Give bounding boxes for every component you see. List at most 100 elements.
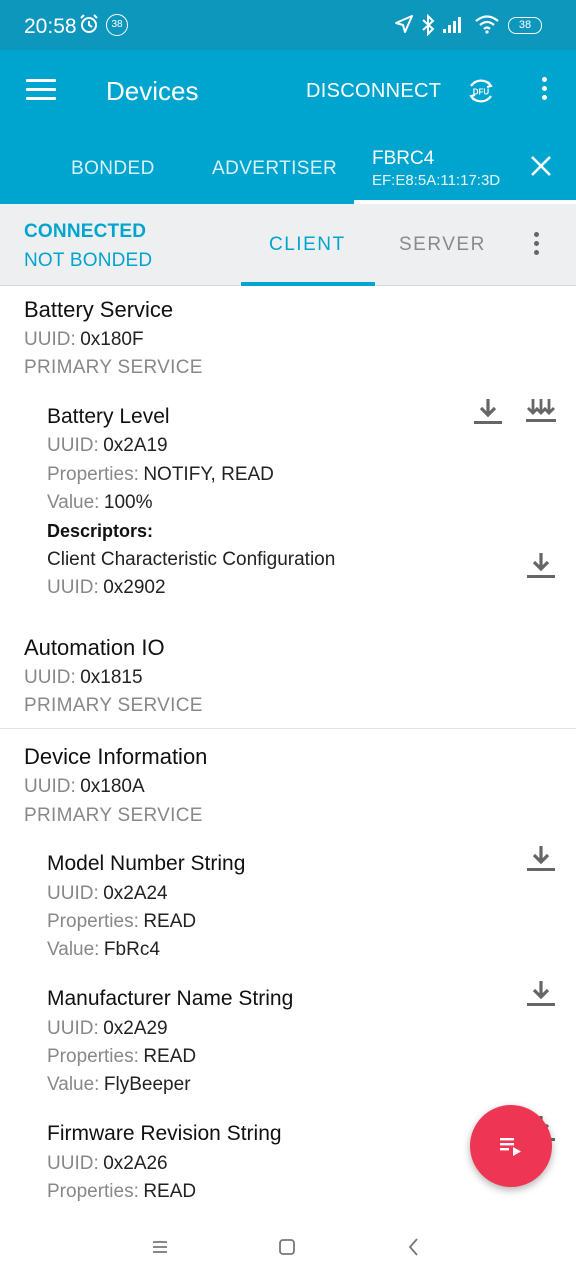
characteristic-name: Model Number String xyxy=(47,852,246,875)
read-descriptor-icon[interactable] xyxy=(525,551,557,581)
connection-status: CONNECTED xyxy=(24,221,147,242)
value-label: Value: xyxy=(47,1074,100,1095)
close-icon[interactable] xyxy=(529,154,553,178)
client-tab-indicator xyxy=(241,282,375,286)
service-type: PRIMARY SERVICE xyxy=(24,357,203,378)
status-time: 20:58 xyxy=(24,15,77,38)
signal-icon xyxy=(443,17,461,33)
log-fab-button[interactable] xyxy=(470,1105,552,1187)
characteristic-properties: READ xyxy=(143,911,197,932)
service-name: Battery Service xyxy=(24,297,174,322)
disconnect-button[interactable]: DISCONNECT xyxy=(306,80,441,103)
characteristic-properties: READ xyxy=(143,1046,197,1067)
characteristic-uuid-line: UUID: 0x2A19 xyxy=(47,435,168,457)
descriptors-header: Descriptors: xyxy=(47,521,154,541)
svg-text:DFU: DFU xyxy=(473,88,490,97)
uuid-label: UUID: xyxy=(24,667,76,688)
characteristic-value: 100% xyxy=(103,492,153,513)
characteristic-value-line: Value: FbRc4 xyxy=(47,939,160,961)
notify-icon[interactable] xyxy=(525,397,557,427)
descriptor-uuid: 0x2902 xyxy=(103,577,166,598)
bluetooth-icon xyxy=(422,14,435,36)
tab-advertiser[interactable]: ADVERTISER xyxy=(212,158,337,180)
properties-label: Properties: xyxy=(47,1181,139,1202)
device-name: FBRC4 xyxy=(372,148,435,169)
characteristic-uuid-line: UUID: 0x2A24 xyxy=(47,883,168,905)
service-type: PRIMARY SERVICE xyxy=(24,695,203,716)
read-icon[interactable] xyxy=(525,844,557,874)
characteristic-properties-line: Properties: READ xyxy=(47,911,196,933)
characteristic-uuid: 0x2A19 xyxy=(103,435,168,456)
back-icon[interactable] xyxy=(402,1235,426,1259)
characteristic-properties: READ xyxy=(143,1181,197,1202)
uuid-label: UUID: xyxy=(47,435,99,456)
overflow-menu-icon[interactable] xyxy=(534,77,554,105)
uuid-label: UUID: xyxy=(24,329,76,350)
location-icon xyxy=(395,15,413,33)
connection-overflow-icon[interactable] xyxy=(526,232,546,260)
service-uuid-line: UUID: 0x1815 xyxy=(24,667,143,689)
properties-label: Properties: xyxy=(47,1046,139,1067)
app-bar: Devices DISCONNECT DFU xyxy=(0,50,576,132)
characteristic-uuid-line: UUID: 0x2A29 xyxy=(47,1018,168,1040)
characteristic-value-line: Value: FlyBeeper xyxy=(47,1074,191,1096)
log-list-icon xyxy=(500,1138,521,1156)
characteristic-uuid: 0x2A24 xyxy=(103,883,168,904)
characteristic-name: Battery Level xyxy=(47,405,170,428)
tab-server[interactable]: SERVER xyxy=(399,234,486,256)
service-name: Automation IO xyxy=(24,635,165,660)
bond-status: NOT BONDED xyxy=(24,250,153,271)
status-bar: 20:58 38 38 xyxy=(0,0,576,50)
properties-label: Properties: xyxy=(47,464,139,485)
properties-label: Properties: xyxy=(47,911,139,932)
value-label: Value: xyxy=(47,939,100,960)
tab-client[interactable]: CLIENT xyxy=(269,234,346,256)
uuid-label: UUID: xyxy=(47,577,99,598)
dfu-icon: DFU xyxy=(469,79,493,103)
connection-bar: CONNECTED NOT BONDED CLIENT SERVER xyxy=(0,204,576,286)
tab-device[interactable]: FBRC4 EF:E8:5A:11:17:3D xyxy=(354,132,576,204)
menu-icon[interactable] xyxy=(26,79,56,101)
service-uuid-line: UUID: 0x180A xyxy=(24,776,145,798)
wifi-icon xyxy=(475,15,499,34)
service-uuid: 0x1815 xyxy=(80,667,143,688)
uuid-label: UUID: xyxy=(24,776,76,797)
home-icon[interactable] xyxy=(275,1235,299,1259)
service-uuid-line: UUID: 0x180F xyxy=(24,329,144,351)
service-uuid: 0x180A xyxy=(80,776,145,797)
app-title: Devices xyxy=(106,76,199,106)
read-icon[interactable] xyxy=(525,979,557,1009)
service-uuid: 0x180F xyxy=(80,329,144,350)
characteristic-properties-line: Properties: READ xyxy=(47,1046,196,1068)
characteristic-uuid: 0x2A29 xyxy=(103,1018,168,1039)
characteristic-value: FlyBeeper xyxy=(103,1074,191,1095)
tab-bar: BONDED ADVERTISER FBRC4 EF:E8:5A:11:17:3… xyxy=(0,132,576,204)
notification-badge: 38 xyxy=(106,14,128,36)
value-label: Value: xyxy=(47,492,100,513)
divider xyxy=(0,728,576,729)
characteristic-value: FbRc4 xyxy=(103,939,160,960)
characteristic-value-line: Value: 100% xyxy=(47,492,153,514)
descriptor-uuid-line: UUID: 0x2902 xyxy=(47,577,166,599)
uuid-label: UUID: xyxy=(47,1153,99,1174)
characteristic-uuid: 0x2A26 xyxy=(103,1153,168,1174)
characteristic-name: Firmware Revision String xyxy=(47,1122,282,1145)
alarm-icon xyxy=(80,14,98,33)
battery-icon: 38 xyxy=(508,17,542,34)
uuid-label: UUID: xyxy=(47,1018,99,1039)
system-nav-bar xyxy=(0,1215,576,1280)
tab-bonded[interactable]: BONDED xyxy=(71,158,155,180)
device-address: EF:E8:5A:11:17:3D xyxy=(372,172,501,189)
characteristic-name: Manufacturer Name String xyxy=(47,987,294,1010)
descriptor-name: Client Characteristic Configuration xyxy=(47,549,336,570)
service-type: PRIMARY SERVICE xyxy=(24,805,203,826)
uuid-label: UUID: xyxy=(47,883,99,904)
services-list[interactable]: Battery Service UUID: 0x180F PRIMARY SER… xyxy=(0,287,576,1215)
characteristic-properties: NOTIFY, READ xyxy=(143,464,274,485)
recents-icon[interactable] xyxy=(148,1235,172,1259)
dfu-button[interactable]: DFU xyxy=(466,76,496,106)
characteristic-uuid-line: UUID: 0x2A26 xyxy=(47,1153,168,1175)
characteristic-properties-line: Properties: READ xyxy=(47,1181,196,1203)
read-icon[interactable] xyxy=(472,397,504,427)
characteristic-properties-line: Properties: NOTIFY, READ xyxy=(47,464,274,486)
